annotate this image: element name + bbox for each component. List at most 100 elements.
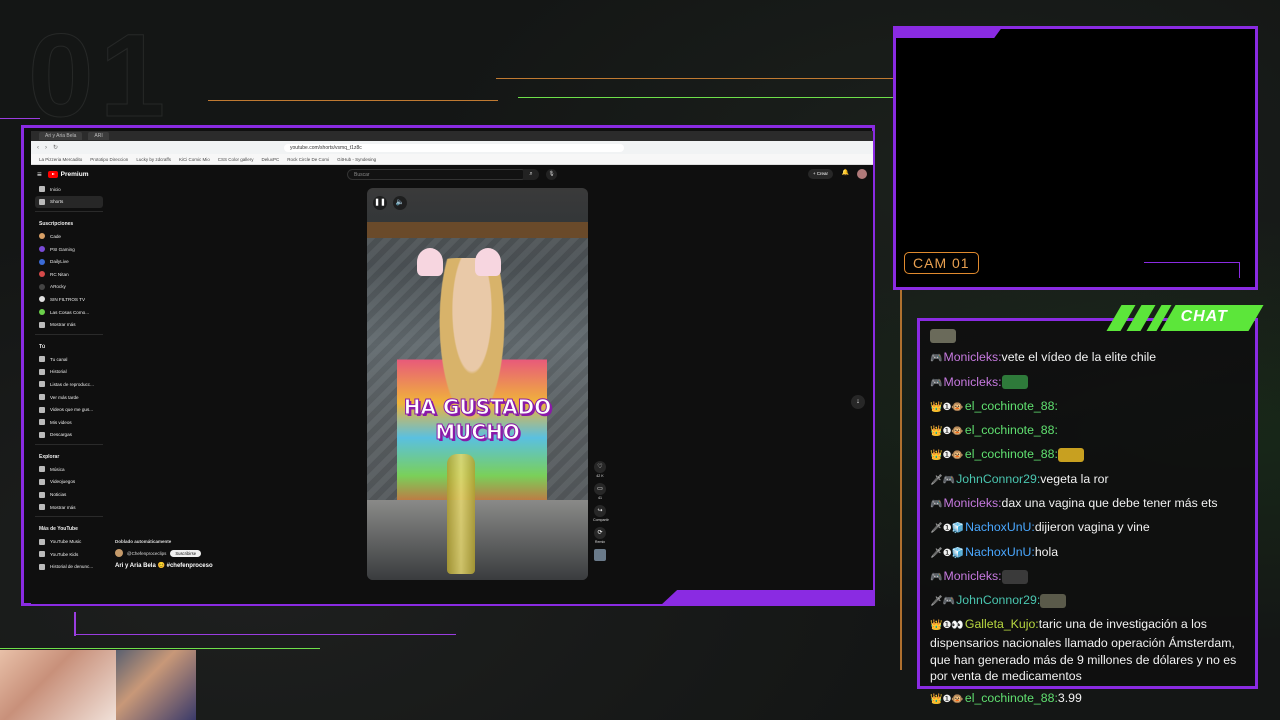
- deco-line: [208, 100, 498, 101]
- sidebar-item[interactable]: ARocky: [31, 281, 107, 294]
- sidebar-item[interactable]: Ver más tarde: [31, 391, 107, 404]
- share-icon[interactable]: ↪: [594, 505, 606, 517]
- chat-username[interactable]: Monicleks: [943, 569, 998, 583]
- video-title[interactable]: Ari y Aria Bela 😊 #chefenproceso: [115, 562, 213, 569]
- sidebar-item[interactable]: RC Nitan: [31, 268, 107, 281]
- chat-username[interactable]: el_cochinote_88: [965, 691, 1055, 705]
- channel-avatar: [39, 283, 45, 290]
- bookmark-item[interactable]: DeluxPC: [262, 157, 280, 162]
- chat-username[interactable]: JohnConnor29: [956, 472, 1037, 486]
- sidebar-item[interactable]: Las Cosas Como...: [31, 306, 107, 319]
- sidebar-section-header[interactable]: Suscripciones: [31, 215, 107, 230]
- sidebar-item[interactable]: Mis videos: [31, 416, 107, 429]
- avatar[interactable]: [857, 169, 867, 179]
- channel-name[interactable]: @Chefenproceclips: [127, 551, 166, 556]
- chat-username[interactable]: el_cochinote_88: [965, 423, 1055, 437]
- bookmark-item[interactable]: GitHub - Syndesing: [337, 157, 376, 162]
- sidebar-item-label: Videos que me gus...: [50, 407, 94, 413]
- url-field[interactable]: youtube.com/shorts/vsmq_t1z8c: [284, 143, 625, 152]
- sidebar-item[interactable]: Historial: [31, 366, 107, 379]
- comment-icon[interactable]: ▭: [594, 483, 606, 495]
- browser-tab[interactable]: Ari y Aria Bela: [39, 132, 83, 140]
- sidebar-item[interactable]: YouTube Kids: [31, 548, 107, 561]
- sidebar-item[interactable]: DailyLive: [31, 255, 107, 268]
- sidebar-item[interactable]: Música: [31, 463, 107, 476]
- like-icon[interactable]: ♡: [594, 461, 606, 473]
- sidebar-item-label: Videojuegos: [50, 479, 76, 485]
- bookmark-item[interactable]: La Pizzeria Mercadito: [39, 157, 82, 162]
- back-icon[interactable]: ‹: [37, 145, 39, 151]
- chat-username[interactable]: Monicleks: [943, 350, 998, 364]
- screen-capture-frame: Ari y Aria Bela ARI ‹ › ↻ youtube.com/sh…: [21, 125, 875, 606]
- browser-tab[interactable]: ARI: [88, 132, 109, 140]
- sidebar-item[interactable]: Historial de denunc...: [31, 561, 107, 574]
- chat-messages: 🎮Monicleks:vete el vídeo de la elite chi…: [930, 327, 1245, 709]
- bookmarks-bar: La Pizzeria Mercadito Prototipo Direccion…: [31, 154, 873, 165]
- chat-username[interactable]: el_cochinote_88: [965, 447, 1055, 461]
- reload-icon[interactable]: ↻: [53, 144, 58, 151]
- comment-count: 41: [598, 496, 602, 500]
- channel-avatar: [39, 246, 45, 253]
- microphone-icon[interactable]: 🎙: [546, 169, 557, 180]
- sidebar-item[interactable]: YouTube Music: [31, 535, 107, 548]
- chat-username[interactable]: Monicleks: [943, 496, 998, 510]
- chat-username[interactable]: Monicleks: [943, 375, 998, 389]
- library-icon: [39, 381, 45, 388]
- create-button[interactable]: + Crear: [807, 169, 833, 179]
- pause-icon[interactable]: ❚❚: [373, 196, 387, 210]
- chat-username[interactable]: NachoxUnU: [965, 520, 1031, 534]
- menu-icon[interactable]: ≡: [37, 170, 42, 179]
- chat-username[interactable]: Galleta_Kujo: [965, 617, 1035, 631]
- sidebar-item[interactable]: Shorts: [35, 195, 103, 209]
- sidebar-item[interactable]: Tu canal: [31, 353, 107, 366]
- chat-username[interactable]: el_cochinote_88: [965, 399, 1055, 413]
- bookmark-item[interactable]: Rock Circle De Comi: [287, 157, 329, 162]
- user-badges: 🗡🎮: [930, 474, 956, 486]
- chat-message: 👑❶🐵el_cochinote_88:: [930, 446, 1245, 465]
- video-scene-shelf: [367, 222, 588, 238]
- sidebar-item[interactable]: Videos que me gus...: [31, 403, 107, 416]
- channel-avatar: [39, 296, 45, 303]
- notifications-icon[interactable]: 🔔: [842, 169, 849, 176]
- sidebar-item-label: RC Nitan: [50, 271, 69, 277]
- search-input[interactable]: Buscar: [347, 169, 527, 180]
- sidebar-item[interactable]: Noticias: [31, 488, 107, 501]
- webcam-frame: [893, 26, 1258, 290]
- sidebar-item-label: PSI Gaming: [50, 246, 75, 252]
- channel-avatar[interactable]: [115, 549, 123, 557]
- sidebar-item-label: Cade: [50, 233, 61, 239]
- chat-username[interactable]: JohnConnor29: [956, 593, 1037, 607]
- bookmark-item[interactable]: CSS Color gallery: [218, 157, 254, 162]
- forward-icon[interactable]: ›: [45, 145, 47, 151]
- sidebar-item[interactable]: Mostrar más: [31, 318, 107, 331]
- volume-icon[interactable]: 🔈: [393, 196, 407, 210]
- sidebar-section-header[interactable]: Más de YouTube: [31, 520, 107, 535]
- sidebar-item-label: Tu canal: [50, 356, 68, 362]
- bookmark-item[interactable]: KiCi Comic Mio: [179, 157, 210, 162]
- search-icon[interactable]: ⌕: [523, 169, 539, 180]
- sidebar-item[interactable]: Inicio: [31, 183, 107, 196]
- sidebar-section-header[interactable]: Tú: [31, 338, 107, 353]
- youtube-logo[interactable]: Premium: [47, 170, 89, 178]
- library-icon: [39, 431, 45, 438]
- divider: [35, 211, 103, 213]
- sidebar-section-header[interactable]: Explorar: [31, 448, 107, 463]
- separator: :: [1054, 398, 1058, 413]
- sidebar-item[interactable]: Listas de reproducc...: [31, 378, 107, 391]
- library-icon: [39, 368, 45, 375]
- subscribe-button[interactable]: Suscribirse: [170, 549, 202, 557]
- sidebar-item[interactable]: Mostrar más: [31, 501, 107, 514]
- sidebar-item[interactable]: Descargas: [31, 429, 107, 442]
- bookmark-item[interactable]: Prototipo Direccion: [90, 157, 128, 162]
- next-video-button[interactable]: ↓: [851, 395, 865, 409]
- sidebar-item[interactable]: Cade: [31, 230, 107, 243]
- sidebar-item[interactable]: SIN FILTROS TV: [31, 293, 107, 306]
- emote-icon: [1001, 375, 1028, 390]
- bookmark-item[interactable]: Lucky by zdcraffs: [136, 157, 171, 162]
- chat-username[interactable]: NachoxUnU: [965, 545, 1031, 559]
- sidebar-item[interactable]: PSI Gaming: [31, 243, 107, 256]
- remix-icon[interactable]: ⟳: [594, 527, 606, 539]
- shorts-video-player[interactable]: ❚❚ 🔈 HA GUSTADO MUCHO: [367, 188, 588, 580]
- sound-thumbnail[interactable]: [594, 549, 606, 561]
- sidebar-item[interactable]: Videojuegos: [31, 476, 107, 489]
